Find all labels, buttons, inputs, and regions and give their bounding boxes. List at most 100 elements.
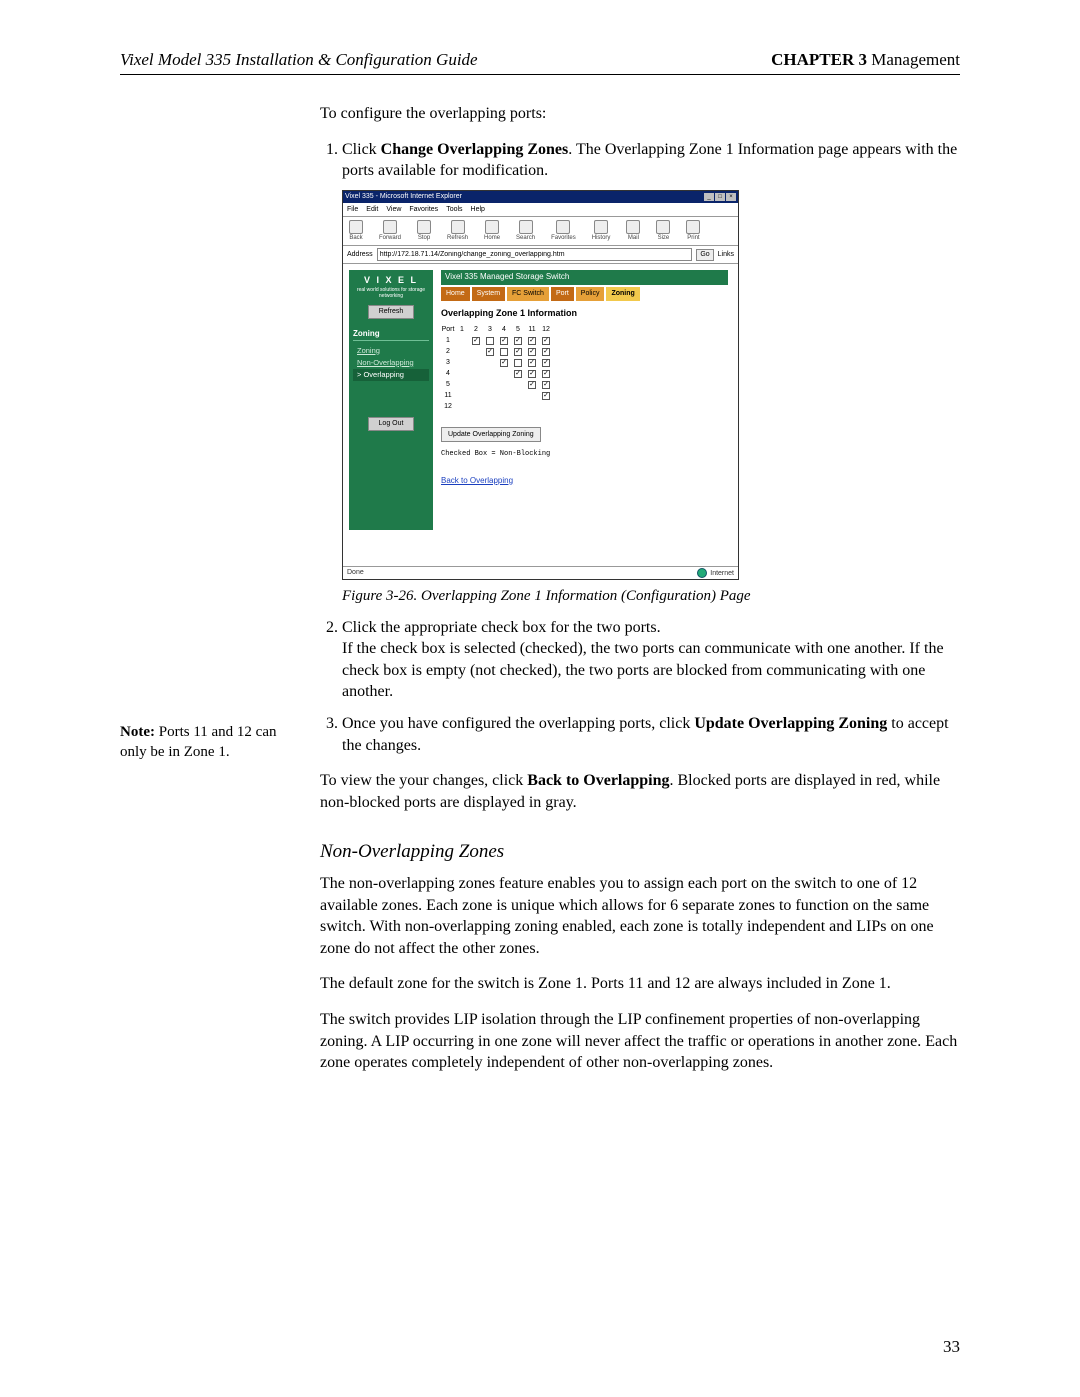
address-label: Address bbox=[347, 250, 373, 259]
checkbox[interactable] bbox=[472, 337, 480, 345]
checkbox[interactable] bbox=[542, 359, 550, 367]
checkbox[interactable] bbox=[500, 348, 508, 356]
subheading-nonoverlapping: Non-Overlapping Zones bbox=[320, 839, 960, 865]
status-zone: Internet bbox=[697, 568, 734, 578]
update-overlapping-button[interactable]: Update Overlapping Zoning bbox=[441, 427, 541, 442]
app-main: Vixel 335 Managed Storage Switch Home Sy… bbox=[437, 270, 732, 486]
checkbox[interactable] bbox=[528, 381, 536, 389]
home-button[interactable]: Home bbox=[484, 220, 500, 242]
favorites-button[interactable]: Favorites bbox=[551, 220, 576, 242]
checkbox[interactable] bbox=[514, 348, 522, 356]
browser-menubar: File Edit View Favorites Tools Help bbox=[343, 203, 738, 217]
para-2: The default zone for the switch is Zone … bbox=[320, 973, 960, 995]
step-3: Once you have configured the overlapping… bbox=[342, 713, 960, 756]
menu-edit[interactable]: Edit bbox=[366, 205, 378, 214]
checkbox[interactable] bbox=[542, 381, 550, 389]
stop-icon bbox=[417, 220, 431, 234]
tab-home[interactable]: Home bbox=[441, 287, 470, 300]
stop-button[interactable]: Stop bbox=[417, 220, 431, 242]
checkbox[interactable] bbox=[542, 337, 550, 345]
checkbox[interactable] bbox=[514, 337, 522, 345]
back-icon bbox=[349, 220, 363, 234]
maximize-icon[interactable]: □ bbox=[715, 193, 725, 201]
status-done: Done bbox=[347, 568, 364, 578]
tab-port[interactable]: Port bbox=[551, 287, 574, 300]
checkbox[interactable] bbox=[542, 348, 550, 356]
sidebar-link-nonoverlapping[interactable]: Non-Overlapping bbox=[353, 357, 429, 369]
product-bar: Vixel 335 Managed Storage Switch bbox=[441, 270, 728, 285]
logout-button[interactable]: Log Out bbox=[368, 417, 414, 430]
forward-icon bbox=[383, 220, 397, 234]
checkbox[interactable] bbox=[514, 370, 522, 378]
tab-policy[interactable]: Policy bbox=[576, 287, 605, 300]
close-icon[interactable]: × bbox=[726, 193, 736, 201]
address-bar: Address Go Links bbox=[343, 246, 738, 264]
refresh-icon bbox=[451, 220, 465, 234]
menu-favorites[interactable]: Favorites bbox=[409, 205, 438, 214]
checkbox[interactable] bbox=[528, 337, 536, 345]
screenshot-figure: Vixel 335 - Microsoft Internet Explorer … bbox=[342, 190, 739, 581]
checkbox[interactable] bbox=[514, 359, 522, 367]
checkbox[interactable] bbox=[542, 370, 550, 378]
checkbox[interactable] bbox=[528, 348, 536, 356]
sidebar-refresh-button[interactable]: Refresh bbox=[368, 305, 414, 318]
search-button[interactable]: Search bbox=[516, 220, 535, 242]
sidebar-link-zoning[interactable]: Zoning bbox=[353, 345, 429, 357]
history-icon bbox=[594, 220, 608, 234]
mail-icon bbox=[626, 220, 640, 234]
checkbox[interactable] bbox=[500, 359, 508, 367]
port-matrix: Port 1 2 3 4 5 11 12 1 bbox=[441, 325, 728, 413]
size-icon bbox=[656, 220, 670, 234]
checkbox[interactable] bbox=[528, 370, 536, 378]
tab-zoning[interactable]: Zoning bbox=[606, 287, 639, 300]
tab-fcswitch[interactable]: FC Switch bbox=[507, 287, 549, 300]
back-button[interactable]: Back bbox=[349, 220, 363, 242]
size-button[interactable]: Size bbox=[656, 220, 670, 242]
figure-caption: Figure 3-26. Overlapping Zone 1 Informat… bbox=[342, 586, 960, 606]
sidebar-link-overlapping[interactable]: > Overlapping bbox=[353, 369, 429, 381]
page-number: 33 bbox=[943, 1337, 960, 1357]
globe-icon bbox=[697, 568, 707, 578]
window-titlebar: Vixel 335 - Microsoft Internet Explorer … bbox=[343, 191, 738, 203]
print-icon bbox=[686, 220, 700, 234]
search-icon bbox=[519, 220, 533, 234]
vixel-tagline: real world solutions for storage network… bbox=[353, 288, 429, 299]
view-changes-text: To view the your changes, click Back to … bbox=[320, 770, 960, 813]
step-2: Click the appropriate check box for the … bbox=[342, 617, 960, 703]
minimize-icon[interactable]: _ bbox=[704, 193, 714, 201]
chapter-title: Management bbox=[867, 50, 960, 69]
checkbox-legend: Checked Box = Non-Blocking bbox=[441, 450, 728, 459]
vixel-logo: V I X E L bbox=[353, 274, 429, 286]
intro-text: To configure the overlapping ports: bbox=[320, 103, 960, 125]
menu-view[interactable]: View bbox=[386, 205, 401, 214]
checkbox[interactable] bbox=[486, 337, 494, 345]
back-to-overlapping-link[interactable]: Back to Overlapping bbox=[441, 476, 513, 487]
mail-button[interactable]: Mail bbox=[626, 220, 640, 242]
tab-row: Home System FC Switch Port Policy Zoning bbox=[441, 287, 728, 300]
checkbox[interactable] bbox=[542, 392, 550, 400]
favorites-icon bbox=[556, 220, 570, 234]
app-sidebar: V I X E L real world solutions for stora… bbox=[349, 270, 433, 530]
window-buttons: _ □ × bbox=[704, 193, 736, 201]
sidebar-section-zoning: Zoning bbox=[353, 329, 429, 341]
tab-system[interactable]: System bbox=[472, 287, 505, 300]
print-button[interactable]: Print bbox=[686, 220, 700, 242]
menu-help[interactable]: Help bbox=[471, 205, 485, 214]
home-icon bbox=[485, 220, 499, 234]
address-input[interactable] bbox=[377, 248, 693, 261]
panel-heading: Overlapping Zone 1 Information bbox=[441, 307, 728, 319]
checkbox[interactable] bbox=[486, 348, 494, 356]
header-guide-title: Vixel Model 335 Installation & Configura… bbox=[120, 50, 478, 70]
history-button[interactable]: History bbox=[592, 220, 611, 242]
checkbox[interactable] bbox=[500, 337, 508, 345]
window-title: Vixel 335 - Microsoft Internet Explorer bbox=[345, 192, 462, 201]
go-button[interactable]: Go bbox=[696, 249, 713, 260]
menu-tools[interactable]: Tools bbox=[446, 205, 462, 214]
menu-file[interactable]: File bbox=[347, 205, 358, 214]
checkbox[interactable] bbox=[528, 359, 536, 367]
refresh-button[interactable]: Refresh bbox=[447, 220, 468, 242]
forward-button[interactable]: Forward bbox=[379, 220, 401, 242]
margin-note: Note: Ports 11 and 12 can only be in Zon… bbox=[120, 723, 295, 762]
para-3: The switch provides LIP isolation throug… bbox=[320, 1009, 960, 1074]
links-dropdown[interactable]: Links bbox=[718, 250, 734, 259]
